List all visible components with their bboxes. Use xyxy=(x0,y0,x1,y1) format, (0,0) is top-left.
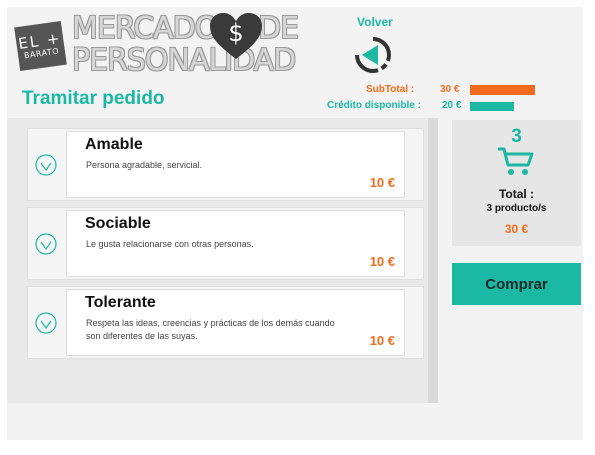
logo-badge: EL + BARATO xyxy=(14,20,67,72)
item-card: Sociable Le gusta relacionarse con otras… xyxy=(66,210,405,277)
item-description: Respeta las ideas, creencias y prácticas… xyxy=(86,318,335,341)
item-card: Tolerante Respeta las ideas, creencias y… xyxy=(66,289,405,356)
item-price: 10 € xyxy=(369,333,395,348)
shopping-cart-icon xyxy=(498,147,534,175)
cart-summary: 3 Total : 3 producto/s 30 € xyxy=(452,120,581,246)
item-card: Amable Persona agradable, servicial. 10 … xyxy=(66,131,405,198)
heart-dollar-icon: $ xyxy=(210,13,262,59)
item-title: Tolerante xyxy=(85,294,156,311)
total-label: Total : xyxy=(498,187,535,201)
order-list: Amable Persona agradable, servicial. 10 … xyxy=(7,118,428,403)
item-price: 10 € xyxy=(369,254,395,269)
credit-value: 20 € xyxy=(442,100,462,111)
comprar-button[interactable]: Comprar xyxy=(452,263,581,305)
logo-line1-a: MERCADO xyxy=(72,11,218,46)
total-products: 3 producto/s xyxy=(486,203,547,214)
check-circle-icon[interactable] xyxy=(35,154,57,176)
credit-label: Crédito disponible : xyxy=(327,100,421,111)
credit-bar xyxy=(470,102,514,111)
logo-line1-b: DE xyxy=(258,11,299,46)
subtotal-bar xyxy=(470,85,535,95)
list-item: Sociable Le gusta relacionarse con otras… xyxy=(27,207,424,280)
heart-dollar-symbol: $ xyxy=(228,19,243,47)
total-price: 30 € xyxy=(504,222,529,236)
item-description: Persona agradable, servicial. xyxy=(86,160,203,170)
list-item: Amable Persona agradable, servicial. 10 … xyxy=(27,128,424,201)
back-arrow-icon[interactable] xyxy=(354,36,392,74)
cart-count: 3 xyxy=(511,126,522,147)
check-circle-icon[interactable] xyxy=(35,312,57,334)
page-title: Tramitar pedido xyxy=(22,88,165,109)
item-description: Le gusta relacionarse con otras personas… xyxy=(86,239,254,249)
item-price: 10 € xyxy=(369,175,395,190)
item-title: Sociable xyxy=(85,215,151,232)
list-item: Tolerante Respeta las ideas, creencias y… xyxy=(27,286,424,359)
check-circle-icon[interactable] xyxy=(35,233,57,255)
subtotal-value: 30 € xyxy=(440,84,460,95)
volver-label[interactable]: Volver xyxy=(357,15,393,29)
item-title: Amable xyxy=(85,136,143,153)
subtotal-label: SubTotal : xyxy=(366,84,415,95)
